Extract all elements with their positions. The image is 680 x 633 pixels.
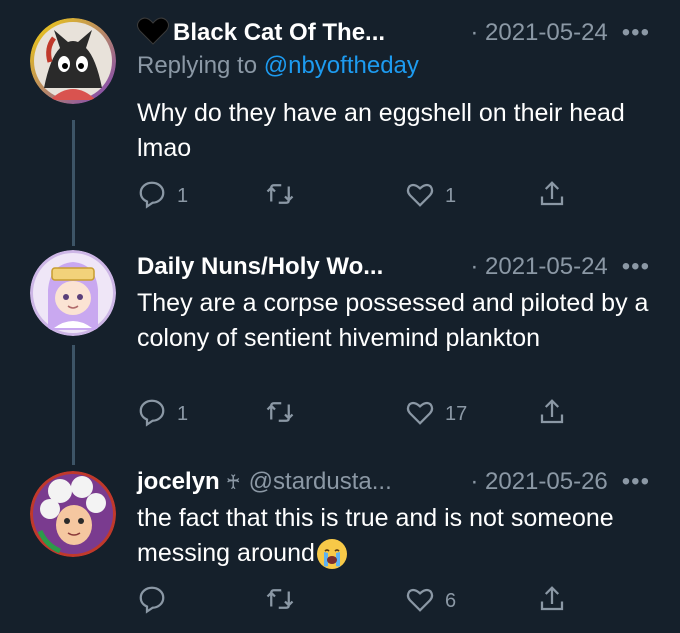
heart-icon [405,179,435,214]
more-options-button[interactable]: ••• [622,19,650,47]
crying-face-emoji [316,539,347,570]
retweet-icon [265,397,295,432]
display-name[interactable]: jocelyn [137,468,220,496]
black-heart-icon [137,17,169,50]
tweet-actions: 6 [137,581,577,621]
reply-count: 1 [177,184,189,207]
heart-icon [405,584,435,619]
retweet-icon [265,179,295,214]
tweet-text: Why do they have an eggshell on their he… [137,99,625,162]
share-icon [537,584,567,619]
like-count: 17 [445,402,468,425]
like-count: 1 [445,184,457,207]
like-button[interactable]: 17 [405,394,467,434]
more-options-button[interactable]: ••• [622,253,650,281]
share-icon [537,179,567,214]
reply-button[interactable] [137,581,177,621]
avatar-image [30,18,116,104]
reply-icon [137,397,167,432]
user-handle[interactable]: @stardusta... [249,468,392,496]
reply-icon [137,179,167,214]
retweet-button[interactable] [265,176,305,216]
reply-button[interactable]: 1 [137,176,188,216]
avatar[interactable] [30,250,116,336]
share-button[interactable] [537,176,567,216]
tweet-header: Black Cat Of The... · 2021-05-24 ••• [137,16,650,50]
reply-button[interactable]: 1 [137,394,188,434]
replying-to: Replying to @nbyoftheday [137,50,650,82]
more-options-button[interactable]: ••• [622,468,650,496]
tweet-date[interactable]: · 2021-05-24 [460,253,607,281]
share-button[interactable] [537,394,567,434]
tweet-3[interactable]: jocelyn ♰ @stardusta... · 2021-05-26 •••… [0,465,680,633]
reply-icon [137,584,167,619]
tweet-text: the fact that this is true and is not so… [137,501,650,571]
tweet-text-body: the fact that this is true and is not so… [137,504,614,567]
tweet-1[interactable]: Black Cat Of The... · 2021-05-24 ••• Rep… [0,0,680,240]
tweet-actions: 1 17 [137,394,577,434]
replying-to-label: Replying to [137,52,264,79]
like-button[interactable]: 1 [405,176,456,216]
retweet-button[interactable] [265,394,305,434]
avatar[interactable] [30,471,116,557]
cross-symbol: ♰ [225,471,241,494]
avatar-image [30,471,116,557]
like-button[interactable]: 6 [405,581,456,621]
mention-link[interactable]: @nbyoftheday [264,52,419,79]
display-name[interactable]: Black Cat Of The... [173,19,385,47]
reply-count: 1 [177,402,189,425]
share-icon [537,397,567,432]
tweet-text: They are a corpse possessed and piloted … [137,289,649,352]
tweet-2[interactable]: Daily Nuns/Holy Wo... · 2021-05-24 ••• T… [0,240,680,465]
display-name[interactable]: Daily Nuns/Holy Wo... [137,253,383,281]
tweet-actions: 1 1 [137,176,577,216]
avatar-image [30,250,116,336]
share-button[interactable] [537,581,567,621]
retweet-button[interactable] [265,581,305,621]
like-count: 6 [445,589,457,612]
tweet-header: jocelyn ♰ @stardusta... · 2021-05-26 ••• [137,465,650,499]
avatar[interactable] [30,18,116,104]
retweet-icon [265,584,295,619]
heart-icon [405,397,435,432]
tweet-header: Daily Nuns/Holy Wo... · 2021-05-24 ••• [137,250,650,284]
tweet-date[interactable]: · 2021-05-24 [460,19,607,47]
tweet-date[interactable]: · 2021-05-26 [460,468,607,496]
